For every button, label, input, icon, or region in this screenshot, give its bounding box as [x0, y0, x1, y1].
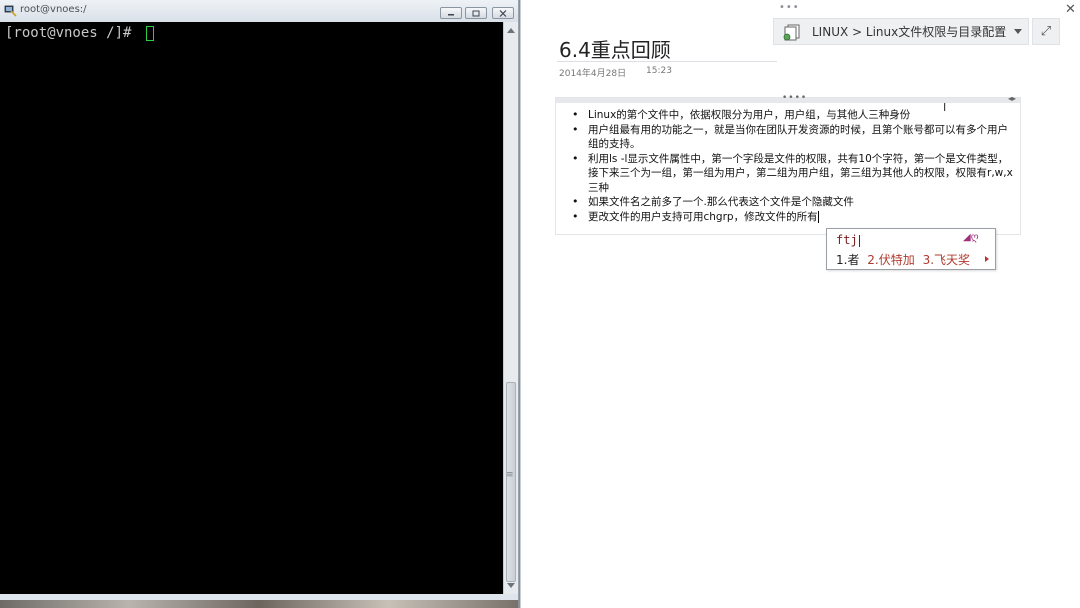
- maximize-icon: [472, 10, 480, 16]
- terminal-title: root@vnoes:/: [20, 4, 87, 15]
- scroll-thumb[interactable]: [506, 382, 516, 582]
- ime-candidate[interactable]: 3.飞天奖: [923, 253, 970, 267]
- list-item[interactable]: 如果文件名之前多了一个.那么代表这个文件是个隐藏文件: [572, 195, 1018, 210]
- minimize-button[interactable]: [440, 7, 462, 19]
- outline-resize-icon[interactable]: ◂▸: [1008, 94, 1016, 103]
- maximize-button[interactable]: [465, 7, 487, 19]
- page-title[interactable]: 6.4重点回顾: [559, 34, 671, 63]
- terminal-scrollbar[interactable]: ≡: [503, 22, 518, 594]
- terminal-titlebar[interactable]: root@vnoes:/: [0, 0, 518, 22]
- text-cursor-icon: I: [943, 101, 947, 114]
- window-grip-icon[interactable]: •••: [779, 2, 800, 13]
- notes-window[interactable]: ••• ✕ LINUX > Linux文件权限与目录配置 ⤢ 6.4重点回顾 2…: [520, 0, 1080, 608]
- page-time: 15:23: [646, 66, 672, 76]
- title-divider: [557, 61, 777, 62]
- ime-candidate[interactable]: 2.伏特加: [867, 253, 914, 267]
- putty-icon: [4, 5, 17, 17]
- scroll-down-icon[interactable]: [507, 583, 515, 588]
- list-item[interactable]: 用户组最有用的功能之一，就是当你在团队开发资源的时候，且第个账号都可以有多个用户…: [572, 123, 1018, 152]
- breadcrumb[interactable]: LINUX > Linux文件权限与目录配置: [773, 18, 1029, 45]
- ime-logo-icon: ◢ღ: [963, 232, 979, 243]
- terminal-window[interactable]: root@vnoes:/ [root@vnoes /]# ≡: [0, 0, 519, 600]
- terminal-prompt: [root@vnoes /]#: [5, 25, 140, 41]
- outline-move-icon[interactable]: ••••: [782, 93, 807, 103]
- list-item[interactable]: 利用ls -l显示文件属性中，第一个字段是文件的权限，共有10个字符，第一个是文…: [572, 152, 1018, 196]
- scroll-up-icon[interactable]: [507, 28, 515, 33]
- minimize-icon: [448, 14, 454, 16]
- notes-close-icon[interactable]: ✕: [1065, 2, 1076, 17]
- page-date: 2014年4月28日: [559, 69, 627, 79]
- ime-candidate-list[interactable]: 1.者 2.伏特加 3.飞天奖: [836, 251, 974, 268]
- breadcrumb-path[interactable]: LINUX > Linux文件权限与目录配置: [812, 23, 1006, 40]
- ime-next-page-icon[interactable]: [985, 256, 989, 262]
- dropdown-icon[interactable]: [1014, 29, 1023, 34]
- text-caret: [817, 210, 819, 223]
- ime-candidate-popup[interactable]: ftj ◢ღ 1.者 2.伏特加 3.飞天奖: [826, 228, 996, 270]
- close-button[interactable]: [492, 7, 514, 19]
- bullet-list[interactable]: Linux的第个文件中，依据权限分为用户，用户组，与其他人三种身份 用户组最有用…: [572, 108, 1018, 224]
- terminal-cursor: [145, 25, 154, 41]
- outline-handle[interactable]: •••• ◂▸: [556, 93, 1020, 103]
- note-outline[interactable]: •••• ◂▸ Linux的第个文件中，依据权限分为用户，用户组，与其他人三种身…: [555, 93, 1021, 235]
- grip-icon: ≡: [506, 470, 514, 480]
- ime-composition: ftj: [836, 233, 860, 247]
- notebook-icon: [783, 24, 800, 40]
- desktop-background: [0, 600, 518, 608]
- close-icon: [499, 9, 507, 17]
- terminal-prompt-line: [root@vnoes /]#: [5, 25, 154, 41]
- list-item[interactable]: 更改文件的用户支持可用chgrp，修改文件的所有: [572, 210, 1018, 225]
- expand-button[interactable]: ⤢: [1032, 18, 1060, 45]
- list-item[interactable]: Linux的第个文件中，依据权限分为用户，用户组，与其他人三种身份: [572, 108, 1018, 123]
- ime-candidate[interactable]: 1.者: [836, 253, 859, 267]
- terminal-screen[interactable]: [root@vnoes /]#: [0, 22, 503, 594]
- expand-icon: ⤢: [1040, 24, 1052, 39]
